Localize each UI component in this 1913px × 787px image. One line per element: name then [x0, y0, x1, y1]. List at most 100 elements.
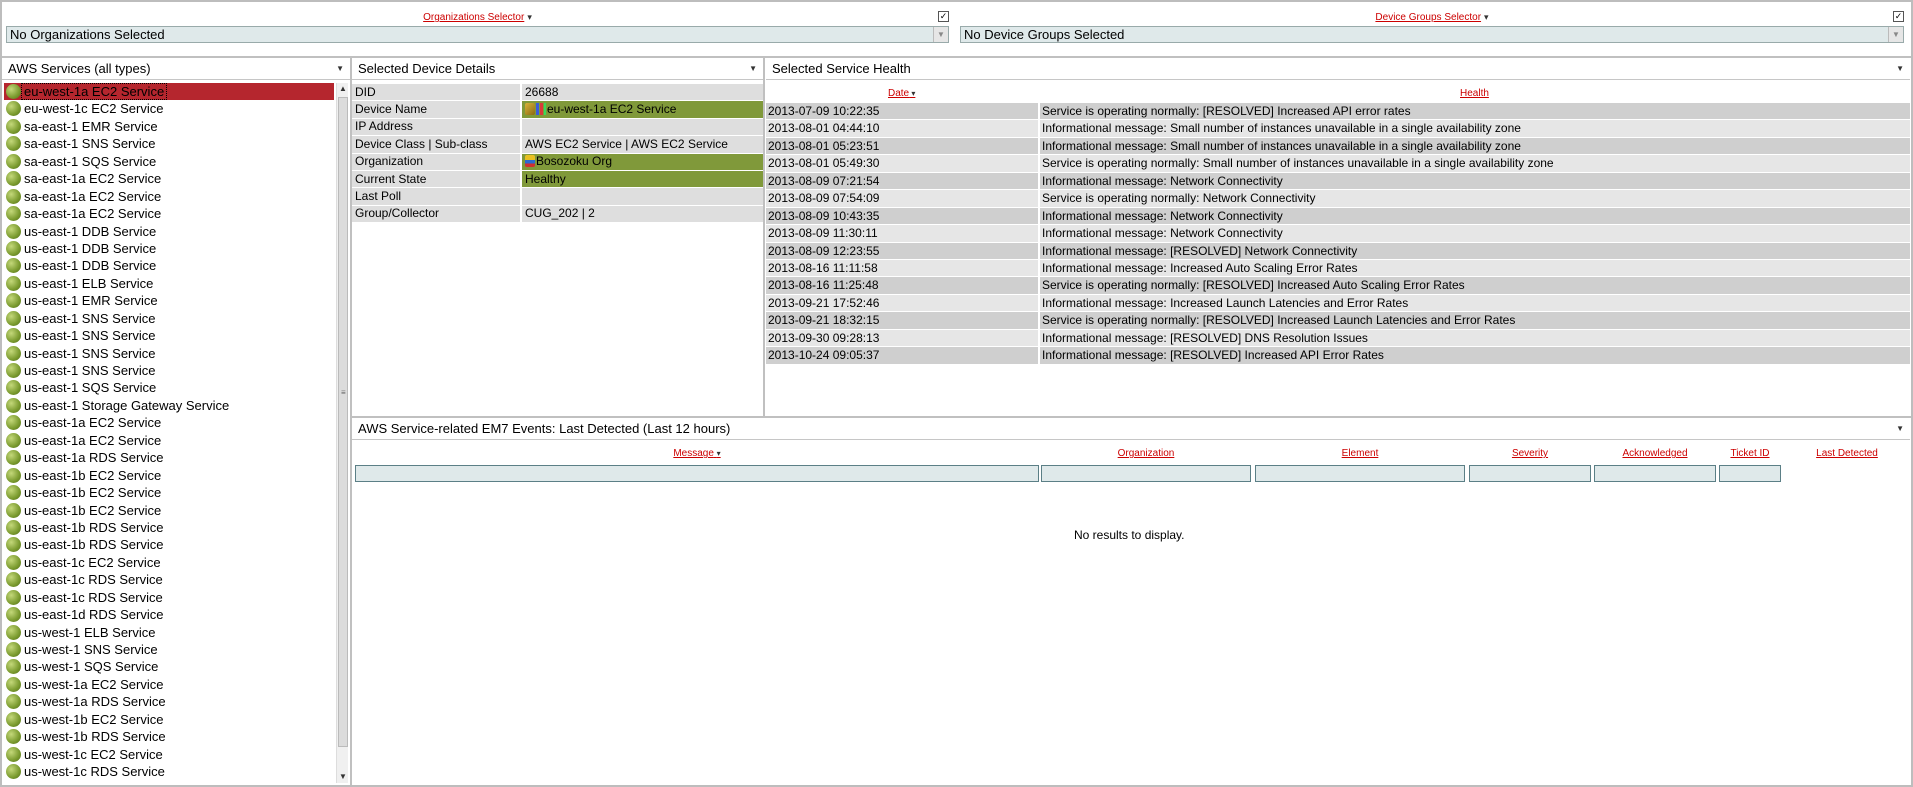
health-column-header[interactable]: Health — [1460, 88, 1489, 99]
triangle-down-icon[interactable]: ▼ — [1896, 418, 1904, 439]
date-column-header[interactable]: Date ▾ — [888, 88, 915, 99]
health-row[interactable]: 2013-08-09 12:23:55 Informational message… — [766, 242, 1910, 260]
health-message: Informational message: [RESOLVED] Networ… — [1042, 243, 1358, 258]
col-acknowledged[interactable]: Acknowledged — [1594, 448, 1716, 459]
service-list-item[interactable]: us-east-1 Storage Gateway Service — [4, 397, 334, 414]
service-list-item[interactable]: us-east-1 SNS Service — [4, 345, 334, 362]
health-message: Service is operating normally: [RESOLVED… — [1042, 104, 1411, 118]
health-row[interactable]: 2013-09-30 09:28:13 Informational message… — [766, 329, 1910, 348]
filter-message[interactable] — [355, 465, 1039, 482]
services-scrollbar[interactable]: ▲ ≡ ▼ — [336, 83, 348, 783]
col-element[interactable]: Element — [1255, 448, 1465, 459]
service-list-item[interactable]: us-west-1 SNS Service — [4, 641, 334, 658]
bar-chart-icon[interactable] — [536, 103, 546, 116]
service-list-item[interactable]: us-east-1 DDB Service — [4, 240, 334, 257]
service-list-item[interactable]: sa-east-1 EMR Service — [4, 118, 334, 135]
detail-value[interactable]: eu-west-1a EC2 Service — [520, 101, 763, 118]
triangle-down-icon[interactable]: ▼ — [336, 58, 344, 79]
health-row[interactable]: 2013-08-01 04:44:10 Informational message… — [766, 120, 1910, 138]
service-list-item[interactable]: us-east-1c RDS Service — [4, 589, 334, 606]
service-list-item[interactable]: us-east-1d RDS Service — [4, 606, 334, 623]
service-list-item[interactable]: us-east-1 DDB Service — [4, 223, 334, 240]
health-row[interactable]: 2013-08-09 07:54:09 Service is operating … — [766, 190, 1910, 208]
service-list-item[interactable]: us-west-1a EC2 Service — [4, 676, 334, 693]
service-list-item[interactable]: us-east-1c RDS Service — [4, 571, 334, 588]
col-organization[interactable]: Organization — [1041, 448, 1251, 459]
service-list-item[interactable]: us-east-1a EC2 Service — [4, 432, 334, 449]
filter-acknowledged[interactable] — [1594, 465, 1716, 482]
health-date: 2013-08-16 11:11:58 — [766, 259, 1040, 277]
service-list-item[interactable]: eu-west-1a EC2 Service — [4, 83, 334, 101]
health-row[interactable]: 2013-09-21 18:32:15 Service is operating … — [766, 312, 1910, 330]
filter-severity[interactable] — [1469, 465, 1591, 482]
org-selector-title[interactable]: Organizations Selector ▾ — [6, 12, 949, 23]
health-row[interactable]: 2013-07-09 10:22:35 Service is operating … — [766, 103, 1910, 121]
service-list-item[interactable]: us-east-1b RDS Service — [4, 519, 334, 536]
events-panel-header[interactable]: AWS Service-related EM7 Events: Last Det… — [352, 418, 1910, 440]
service-list-item[interactable]: sa-east-1a EC2 Service — [4, 205, 334, 222]
triangle-down-icon[interactable]: ▼ — [749, 58, 757, 79]
health-row[interactable]: 2013-08-01 05:49:30 Service is operating … — [766, 155, 1910, 173]
col-ticket-id[interactable]: Ticket ID — [1719, 448, 1781, 459]
org-select-box[interactable]: No Organizations Selected ▼ — [6, 26, 949, 43]
health-row[interactable]: 2013-10-24 09:05:37 Informational message… — [766, 347, 1910, 365]
scroll-down-icon[interactable]: ▼ — [337, 771, 349, 783]
service-list-item[interactable]: us-west-1a RDS Service — [4, 693, 334, 710]
service-list-item[interactable]: us-west-1c EC2 Service — [4, 746, 334, 763]
chevron-down-icon[interactable]: ▼ — [933, 27, 948, 42]
wrench-icon[interactable] — [525, 103, 535, 116]
service-list-item[interactable]: us-east-1 SNS Service — [4, 327, 334, 344]
service-list-item[interactable]: us-east-1a EC2 Service — [4, 414, 334, 431]
filter-ticket-id[interactable] — [1719, 465, 1781, 482]
service-list-item[interactable]: sa-east-1 SNS Service — [4, 135, 334, 152]
service-list-item[interactable]: eu-west-1c EC2 Service — [4, 100, 334, 117]
service-list-item[interactable]: sa-east-1 SQS Service — [4, 153, 334, 170]
service-list-item[interactable]: sa-east-1a EC2 Service — [4, 170, 334, 187]
filter-element[interactable] — [1255, 465, 1465, 482]
service-list-item[interactable]: us-east-1b RDS Service — [4, 536, 334, 553]
health-row[interactable]: 2013-08-09 07:21:54 Informational message… — [766, 172, 1910, 191]
service-list-item[interactable]: us-west-1 SQS Service — [4, 658, 334, 675]
health-row[interactable]: 2013-08-16 11:25:48 Service is operating … — [766, 277, 1910, 295]
scroll-thumb[interactable]: ≡ — [338, 97, 348, 747]
organization-icon[interactable] — [525, 155, 535, 168]
scroll-up-icon[interactable]: ▲ — [337, 83, 349, 95]
service-list-item[interactable]: us-west-1 ELB Service — [4, 624, 334, 641]
services-panel-header[interactable]: AWS Services (all types) ▼ — [2, 58, 350, 80]
health-row[interactable]: 2013-08-09 11:30:11 Informational message… — [766, 225, 1910, 243]
service-list-item[interactable]: us-east-1b EC2 Service — [4, 484, 334, 501]
group-select-box[interactable]: No Device Groups Selected ▼ — [960, 26, 1904, 43]
service-list-item[interactable]: us-east-1 SNS Service — [4, 362, 334, 379]
service-list-item[interactable]: us-east-1b EC2 Service — [4, 502, 334, 519]
health-row[interactable]: 2013-08-01 05:23:51 Informational message… — [766, 137, 1910, 156]
service-list-item[interactable]: us-west-1b EC2 Service — [4, 711, 334, 728]
filter-organization[interactable] — [1041, 465, 1251, 482]
detail-value: CUG_202 | 2 — [520, 205, 763, 223]
health-row[interactable]: 2013-08-16 11:11:58 Informational message… — [766, 259, 1910, 278]
col-last-detected[interactable]: Last Detected — [1786, 448, 1908, 459]
service-list-item[interactable]: us-east-1 SNS Service — [4, 310, 334, 327]
chevron-down-icon[interactable]: ▼ — [1888, 27, 1903, 42]
service-list-item[interactable]: us-east-1 SQS Service — [4, 379, 334, 396]
group-selector-title[interactable]: Device Groups Selector ▾ — [960, 12, 1904, 23]
service-list-item[interactable]: us-east-1c EC2 Service — [4, 554, 334, 571]
col-message[interactable]: Message ▾ — [355, 448, 1039, 459]
health-row[interactable]: 2013-08-09 10:43:35 Informational message… — [766, 207, 1910, 226]
service-list-item[interactable]: us-east-1 EMR Service — [4, 292, 334, 309]
service-list-item[interactable]: us-west-1c RDS Service — [4, 763, 334, 780]
health-row[interactable]: 2013-09-21 17:52:46 Informational message… — [766, 294, 1910, 313]
service-list-item[interactable]: us-west-1b RDS Service — [4, 728, 334, 745]
triangle-down-icon[interactable]: ▼ — [1896, 58, 1904, 79]
detail-value[interactable]: Bosozoku Org — [520, 153, 763, 170]
group-selector-checkbox[interactable]: ✓ — [1893, 11, 1904, 22]
service-list-item[interactable]: us-east-1 ELB Service — [4, 275, 334, 292]
service-list-item[interactable]: sa-east-1a EC2 Service — [4, 188, 334, 205]
health-panel-header[interactable]: Selected Service Health ▼ — [766, 58, 1910, 80]
col-severity[interactable]: Severity — [1469, 448, 1591, 459]
service-list-item[interactable]: us-east-1 DDB Service — [4, 257, 334, 274]
device-panel-header[interactable]: Selected Device Details ▼ — [352, 58, 763, 80]
org-selector-checkbox[interactable]: ✓ — [938, 11, 949, 22]
health-message: Informational message: Network Connectiv… — [1042, 208, 1283, 223]
service-list-item[interactable]: us-east-1a RDS Service — [4, 449, 334, 466]
service-list-item[interactable]: us-east-1b EC2 Service — [4, 467, 334, 484]
